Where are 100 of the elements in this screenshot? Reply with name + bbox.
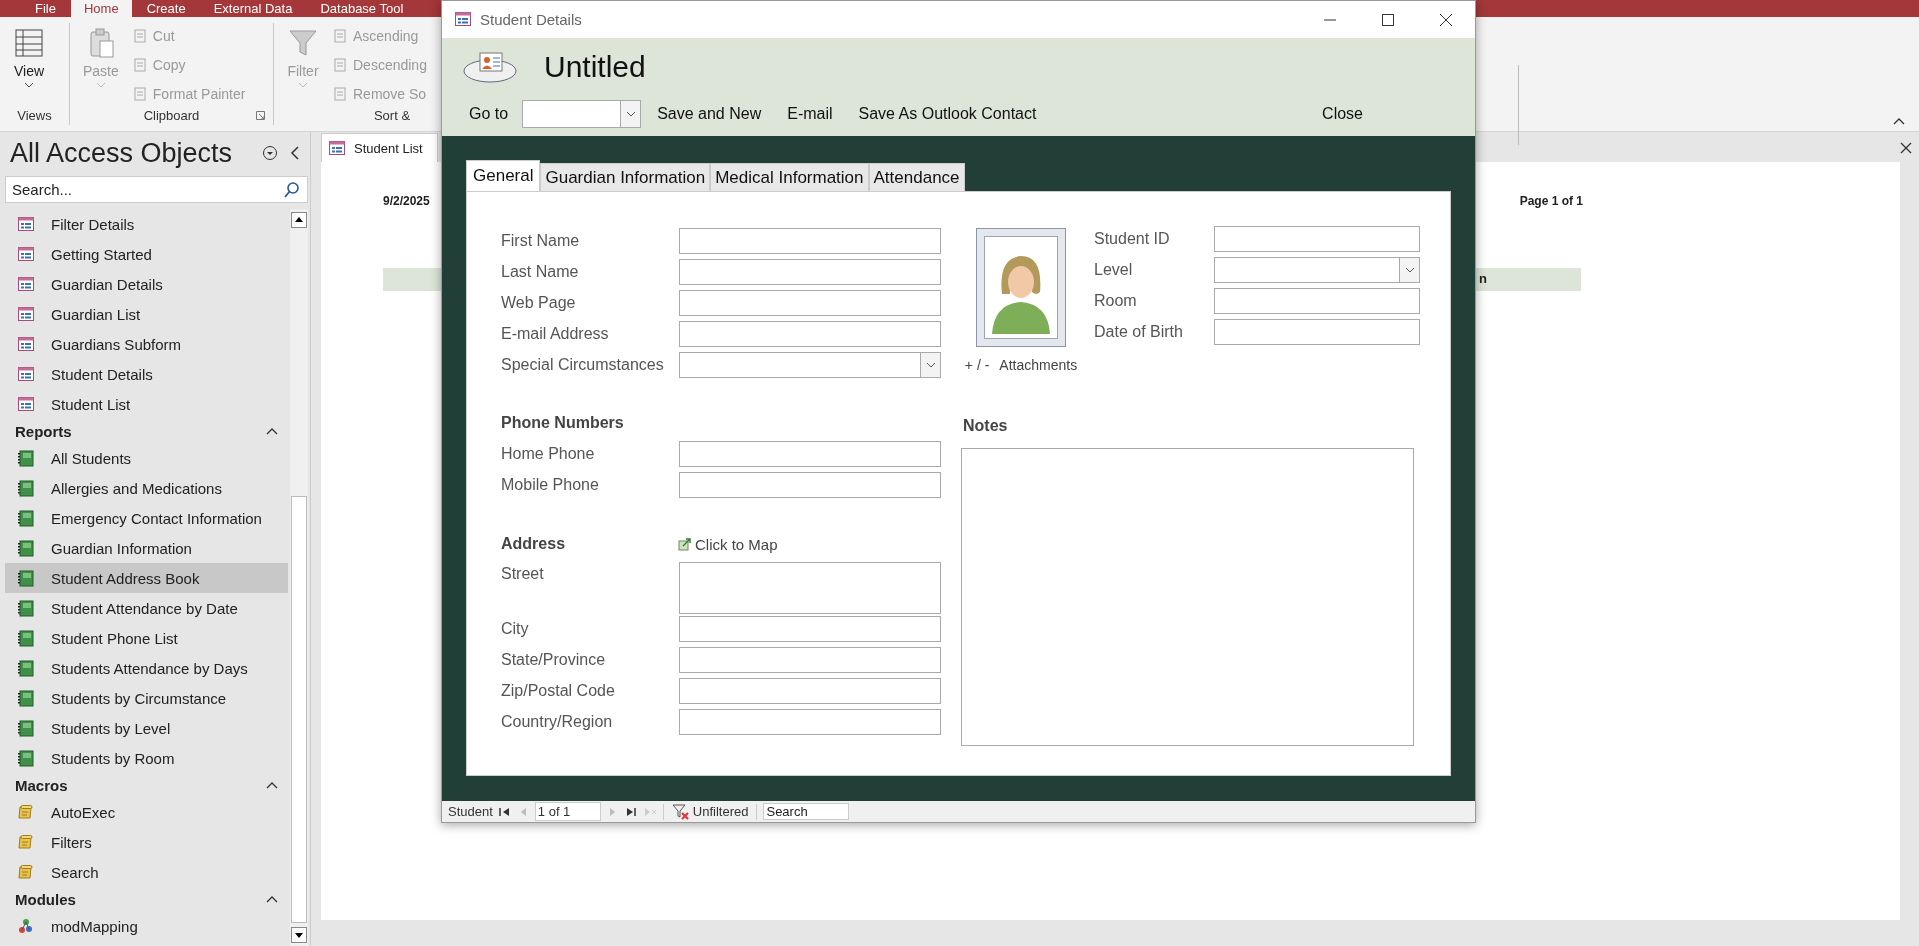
text-field[interactable]: [679, 709, 941, 735]
nav-item[interactable]: Allergies and Medications: [5, 473, 288, 503]
caret-icon: [96, 83, 105, 88]
text-area[interactable]: [679, 562, 941, 614]
text-field[interactable]: [1214, 226, 1420, 252]
ribbon-tab[interactable]: External Data: [200, 0, 306, 17]
attachment-toggle[interactable]: + / -: [964, 357, 990, 373]
field-label: Level: [1094, 260, 1134, 280]
nav-item[interactable]: Students by Circumstance: [5, 683, 288, 713]
nav-item[interactable]: Emergency Contact Information: [5, 503, 288, 533]
command-icon: [131, 86, 148, 102]
attachments-label: Attachments: [999, 357, 1078, 373]
close-link[interactable]: Close: [1322, 105, 1363, 123]
scrollbar[interactable]: [290, 209, 308, 946]
command-icon: [332, 86, 348, 102]
goto-dropdown[interactable]: [522, 100, 642, 128]
nav-item[interactable]: Filters: [5, 827, 288, 857]
tab[interactable]: General: [466, 160, 541, 191]
ribbon-tab[interactable]: Create: [133, 0, 199, 17]
maximize-icon[interactable]: [1381, 12, 1395, 27]
field-label: City: [501, 619, 530, 639]
report-icon: [17, 479, 35, 497]
form-icon: [17, 245, 35, 263]
nav-item[interactable]: AutoExec: [5, 797, 288, 827]
nav-item[interactable]: Filter Details: [5, 209, 288, 239]
text-field[interactable]: [679, 441, 941, 467]
group-header[interactable]: Modules: [5, 887, 290, 911]
nav-item[interactable]: modMapping: [5, 911, 288, 941]
text-field[interactable]: [679, 228, 941, 254]
text-field[interactable]: [679, 616, 941, 642]
nav-item[interactable]: Student Phone List: [5, 623, 288, 653]
nav-item[interactable]: All Students: [5, 443, 288, 473]
text-field[interactable]: [1214, 288, 1420, 314]
nav-item[interactable]: Search: [5, 857, 288, 887]
record-label: Student: [448, 804, 493, 819]
report-icon: [17, 749, 35, 767]
close-icon[interactable]: [1439, 12, 1453, 27]
nav-item[interactable]: Getting Started: [5, 239, 288, 269]
text-field[interactable]: [679, 290, 941, 316]
nav-item[interactable]: Students Attendance by Days: [5, 653, 288, 683]
first-record-icon[interactable]: [498, 806, 511, 817]
field-label: Country/Region: [501, 712, 614, 732]
search-icon[interactable]: [283, 180, 301, 199]
search-box[interactable]: Search...: [5, 176, 308, 203]
text-field[interactable]: [679, 321, 941, 347]
ribbon-button[interactable]: View: [8, 23, 50, 105]
nav-item[interactable]: Student Attendance by Date: [5, 593, 288, 623]
text-field[interactable]: [679, 259, 941, 285]
ribbon-tab[interactable]: Database Tool: [307, 0, 417, 17]
dropdown-field[interactable]: [1214, 257, 1420, 283]
collapse-ribbon-icon[interactable]: [1893, 118, 1905, 125]
launcher-icon[interactable]: [256, 111, 265, 120]
dropdown-field[interactable]: [679, 352, 941, 378]
form-icon: [17, 275, 35, 293]
nav-item[interactable]: Student Address Book: [5, 563, 288, 593]
record-number-field[interactable]: 1 of 1: [534, 802, 601, 821]
nav-item[interactable]: Students by Room: [5, 743, 288, 773]
pane-title: All Access Objects: [10, 137, 234, 169]
toolbar-link[interactable]: Save and New: [657, 105, 762, 123]
ribbon-tab[interactable]: File: [22, 0, 69, 17]
new-record-icon[interactable]: [642, 806, 657, 817]
scroll-down-icon[interactable]: [291, 927, 307, 943]
toolbar-link[interactable]: Save As Outlook Contact: [858, 105, 1037, 123]
field-label: Zip/Postal Code: [501, 681, 616, 701]
dropdown-icon[interactable]: [262, 145, 278, 161]
form-icon: [454, 11, 472, 28]
scroll-icon: [17, 833, 35, 851]
map-link[interactable]: Click to Map: [678, 535, 778, 553]
group-header[interactable]: Macros: [5, 773, 290, 797]
tab[interactable]: Medical Information: [710, 163, 869, 191]
nav-item[interactable]: Guardian Information: [5, 533, 288, 563]
toolbar-link[interactable]: E-mail: [787, 105, 833, 123]
command-icon: [332, 57, 348, 73]
chevron-icon: [1404, 267, 1415, 273]
form-icon: [17, 395, 35, 413]
nav-item[interactable]: Students by Level: [5, 713, 288, 743]
report-icon: [17, 569, 35, 587]
scroll-up-icon[interactable]: [291, 212, 307, 228]
close-icon[interactable]: [1900, 142, 1912, 154]
document-tab[interactable]: Student List: [321, 133, 438, 162]
search-field[interactable]: Search...: [12, 177, 283, 202]
nav-item[interactable]: Guardians Subform: [5, 329, 288, 359]
ribbon-tab[interactable]: Home: [70, 0, 132, 17]
filter-toggle[interactable]: Unfiltered: [662, 803, 758, 820]
text-field[interactable]: [1214, 319, 1420, 345]
nav-item[interactable]: Student List: [5, 389, 288, 419]
collapse-pane-icon[interactable]: [290, 146, 300, 160]
text-field[interactable]: [679, 647, 941, 673]
notes-field[interactable]: [961, 448, 1414, 746]
text-field[interactable]: [679, 678, 941, 704]
text-field[interactable]: [679, 472, 941, 498]
nav-item[interactable]: Guardian List: [5, 299, 288, 329]
search-field[interactable]: Search: [763, 803, 850, 820]
nav-item[interactable]: Student Details: [5, 359, 288, 389]
nav-item[interactable]: Guardian Details: [5, 269, 288, 299]
group-header[interactable]: Reports: [5, 419, 290, 443]
tab[interactable]: Guardian Information: [540, 163, 711, 191]
tab[interactable]: Attendance: [868, 163, 965, 191]
field-label: Street: [501, 564, 545, 584]
last-record-icon[interactable]: [624, 806, 637, 817]
